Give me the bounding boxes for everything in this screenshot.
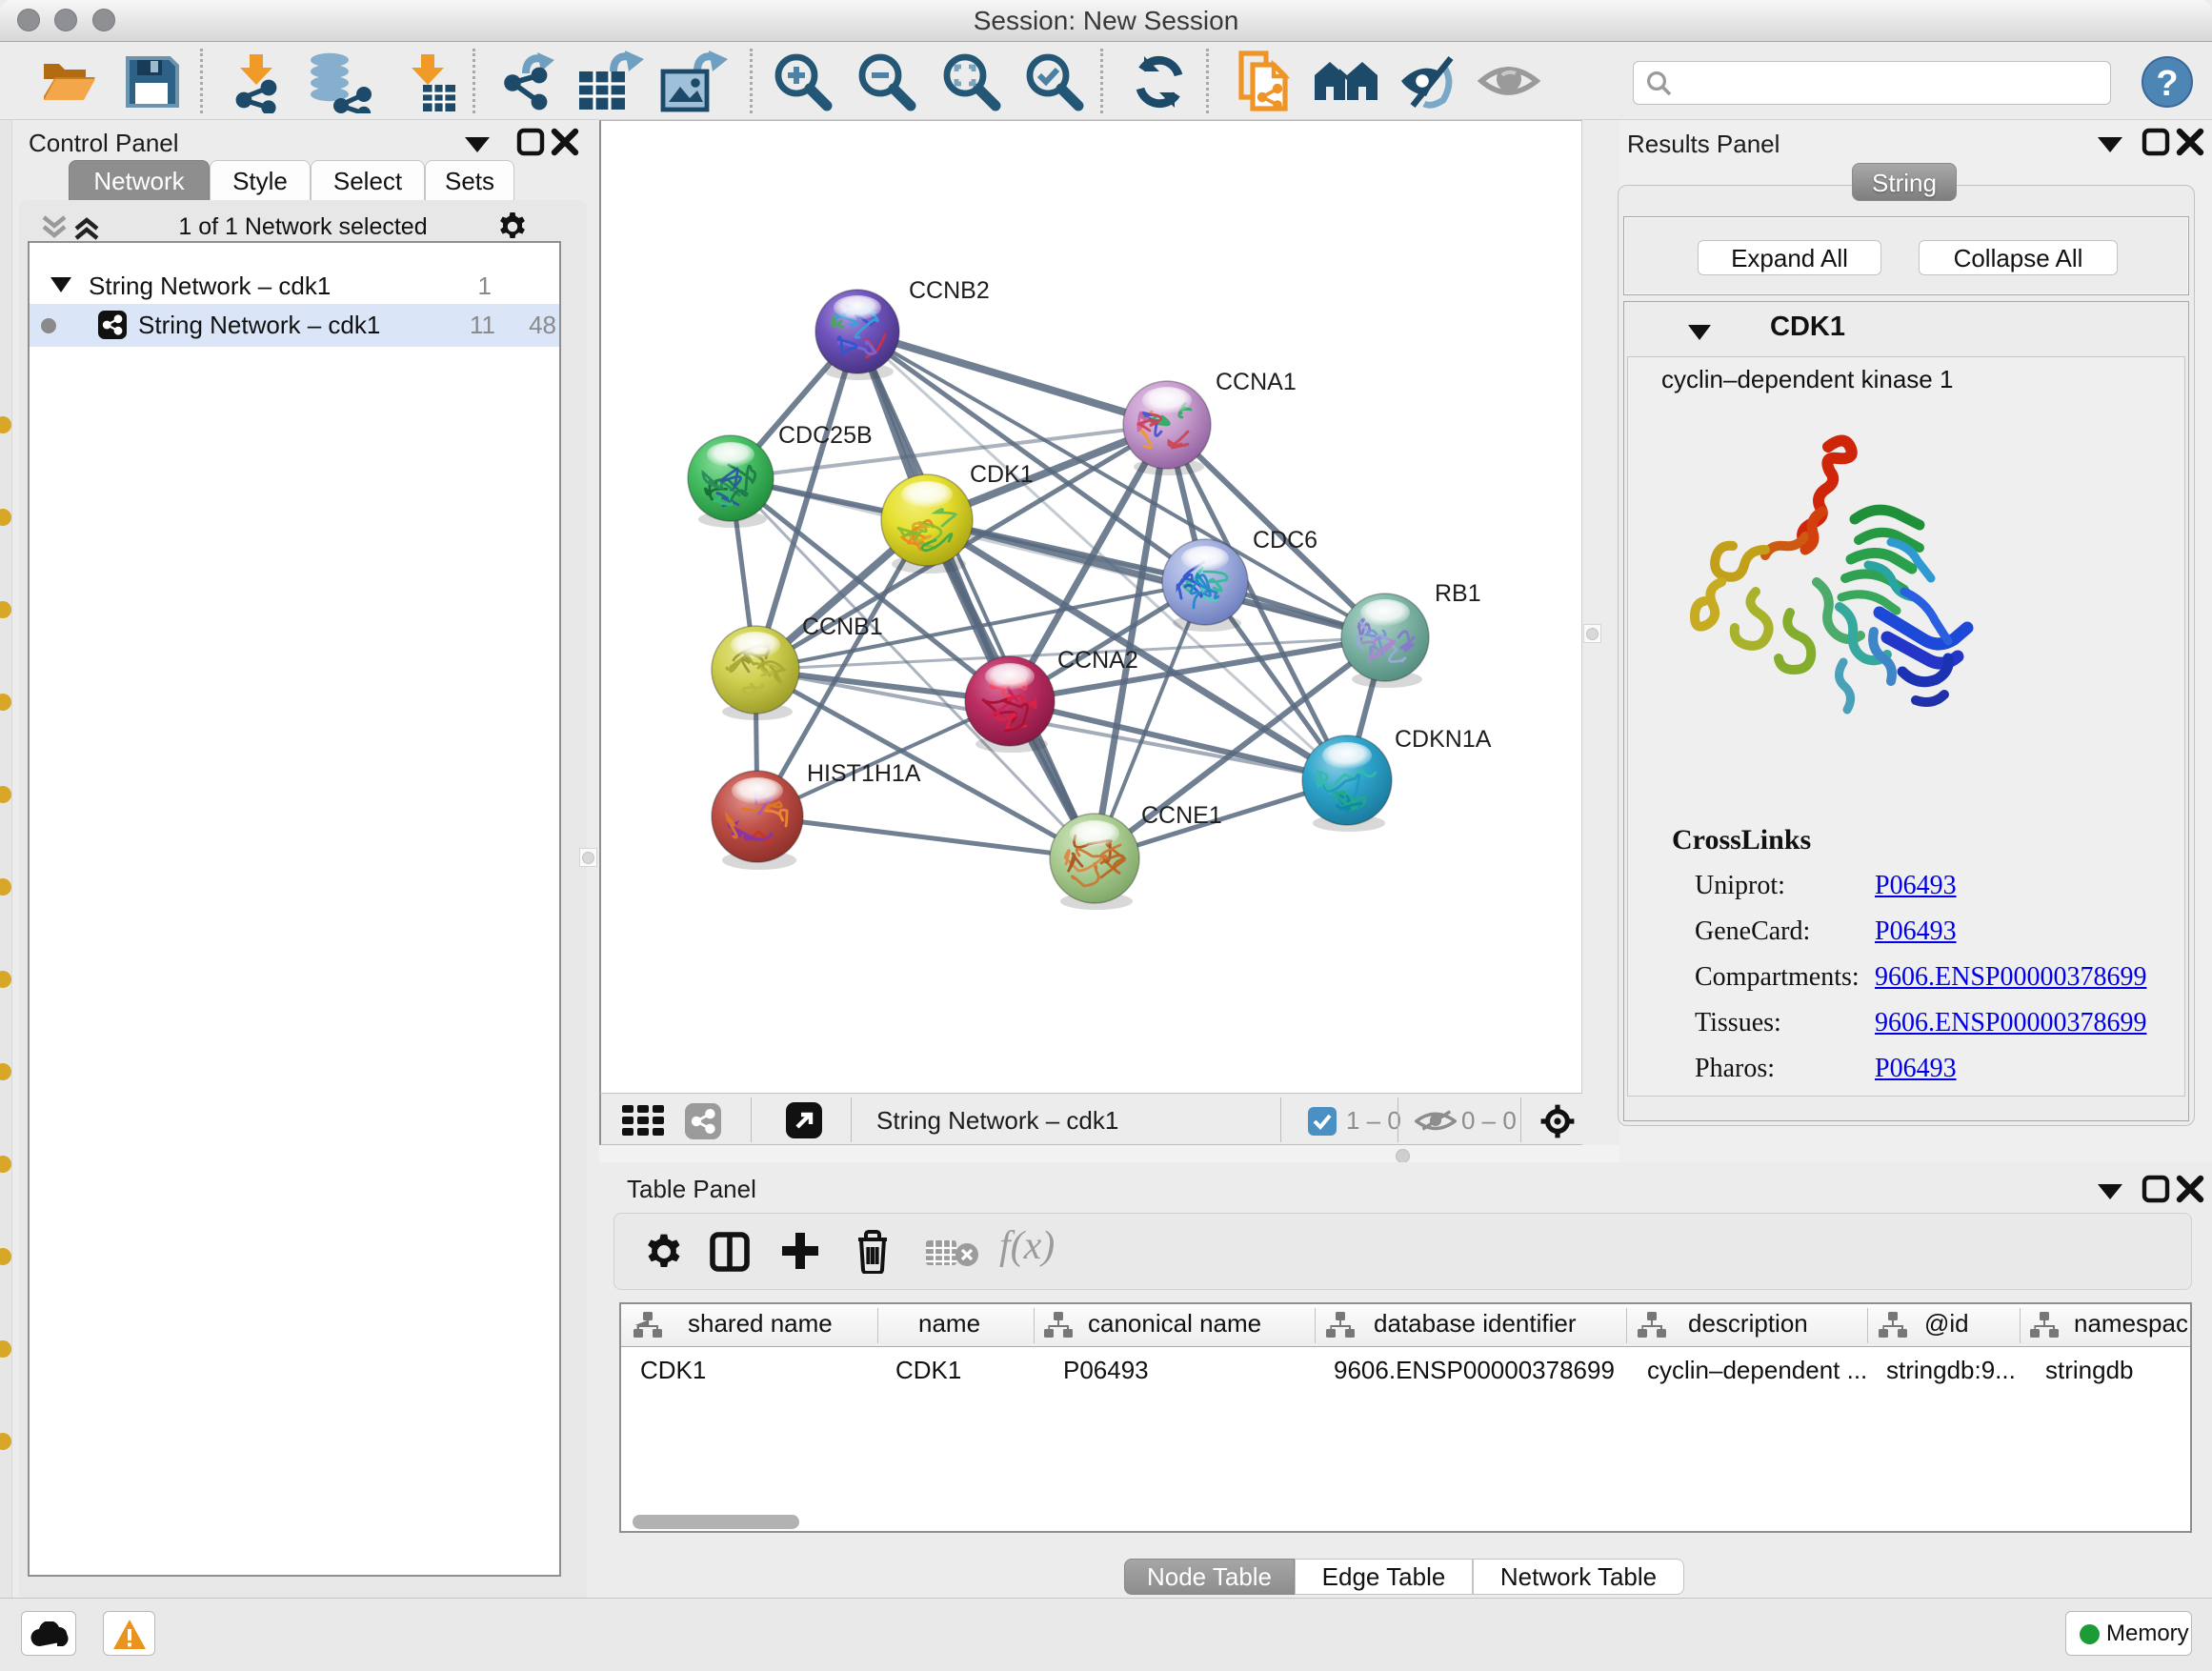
svg-text:CCNA2: CCNA2 [1057,647,1138,674]
svg-text:CDK1: CDK1 [970,461,1034,488]
svg-text:CCNA1: CCNA1 [1216,369,1297,395]
svg-text:CDC25B: CDC25B [778,422,873,449]
svg-text:CCNB2: CCNB2 [909,277,990,304]
svg-text:RB1: RB1 [1435,580,1481,607]
svg-text:CDKN1A: CDKN1A [1395,726,1492,753]
svg-text:CDC6: CDC6 [1253,527,1317,554]
svg-text:?: ? [2156,64,2178,104]
svg-text:CCNB1: CCNB1 [802,614,883,640]
svg-text:CCNE1: CCNE1 [1141,802,1222,829]
svg-text:HIST1H1A: HIST1H1A [807,760,921,787]
